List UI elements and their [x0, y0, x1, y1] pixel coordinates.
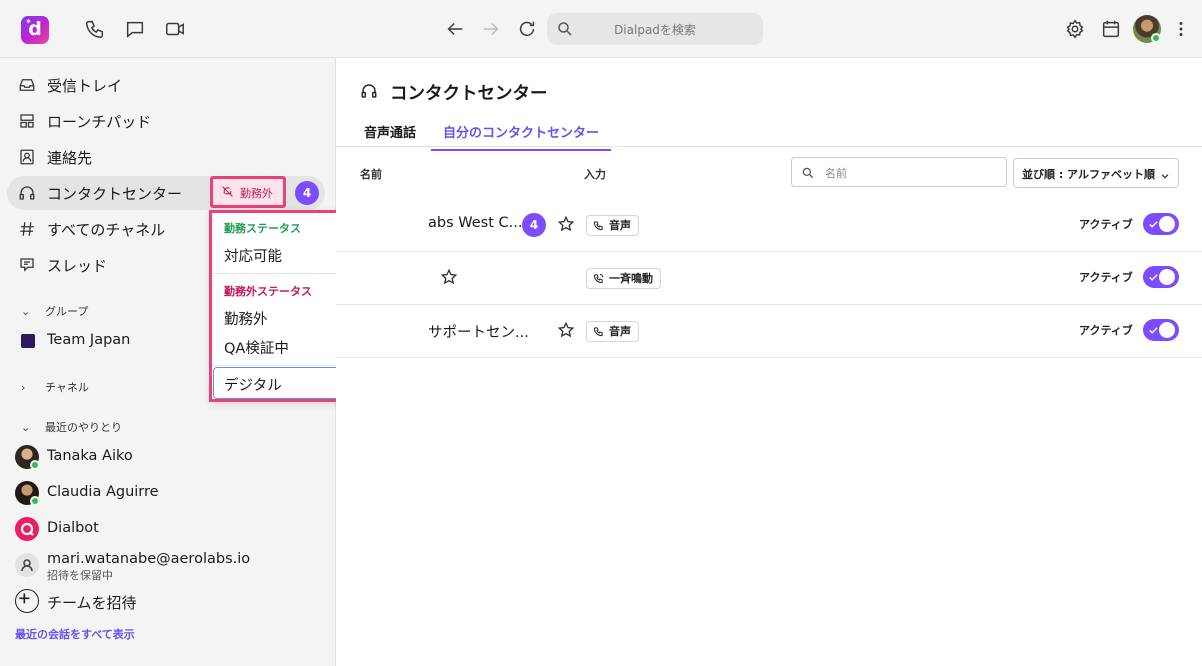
chevron-down-icon	[1160, 169, 1170, 179]
sidebar-item-contacts[interactable]: 連絡先	[7, 140, 325, 174]
toggle-knob	[1159, 269, 1175, 285]
pending-invite-email[interactable]: mari.watanabe@aerolabs.io	[47, 551, 250, 567]
table-row[interactable]: 一斉鳴動 アクティブ	[336, 252, 1202, 305]
channel-chip: 音声	[586, 215, 639, 236]
sidebar-item-label: 受信トレイ	[47, 77, 123, 95]
toggle-knob	[1159, 322, 1175, 338]
star-icon[interactable]	[557, 215, 575, 233]
search-icon	[801, 166, 815, 180]
search-placeholder: Dialpadを検索	[614, 23, 696, 37]
check-icon	[1148, 271, 1159, 282]
phone-icon	[593, 221, 603, 231]
forward-icon[interactable]	[480, 18, 502, 40]
recent-item-dialbot[interactable]: Dialbot	[47, 520, 99, 536]
status-chip[interactable]: 勤務外	[210, 176, 286, 208]
back-icon[interactable]	[444, 18, 466, 40]
row-name: abs West C...	[428, 215, 523, 231]
person-icon	[15, 553, 39, 577]
add-icon	[15, 589, 39, 613]
contacts-icon	[18, 148, 36, 166]
phone-icon	[593, 327, 603, 337]
more-icon[interactable]	[1170, 18, 1192, 40]
sidebar-item-launchpad[interactable]: ローンチパッド	[7, 104, 325, 138]
show-all-recent-link[interactable]: 最近の会話をすべて表示	[15, 626, 135, 642]
row-status: アクティブ	[1079, 218, 1133, 231]
bell-off-icon	[221, 185, 234, 198]
active-toggle[interactable]	[1143, 319, 1179, 341]
table-row[interactable]: サポートセン... 音声 アクティブ	[336, 305, 1202, 358]
check-icon	[1148, 218, 1159, 229]
settings-icon[interactable]	[1064, 18, 1086, 40]
top-bar: ✦ d Dialpadを検索	[0, 0, 1202, 58]
page-title: コンタクトセンター	[390, 84, 548, 104]
table-row[interactable]: abs West C... 4 音声 アクティブ	[336, 199, 1202, 252]
sidebar-item-label: コンタクトセンター	[47, 185, 183, 203]
on-duty-heading: 勤務ステータス	[224, 222, 301, 235]
video-icon[interactable]	[164, 18, 186, 40]
chevron-down-icon: ⌄	[21, 305, 31, 318]
dialpad-logo[interactable]: ✦ d	[21, 16, 49, 44]
row-name: サポートセン...	[428, 325, 529, 341]
chevron-right-icon: ›	[21, 381, 26, 394]
status-option-off-duty[interactable]: 勤務外	[224, 308, 268, 329]
headset-icon	[360, 82, 378, 100]
hash-icon	[18, 220, 36, 238]
phone-icon[interactable]	[84, 18, 106, 40]
sidebar-item-label: 連絡先	[47, 149, 93, 167]
sidebar-item-label: ローンチパッド	[47, 113, 152, 131]
channel-chip: 一斉鳴動	[586, 268, 661, 289]
team-icon	[21, 334, 35, 348]
column-header-name: 名前	[360, 168, 382, 181]
launchpad-icon	[18, 112, 36, 130]
recent-item-claudia[interactable]: Claudia Aguirre	[47, 484, 159, 500]
toggle-knob	[1159, 216, 1175, 232]
channel-chip: 音声	[586, 321, 639, 342]
status-chip-label: 勤務外	[240, 187, 273, 200]
star-icon[interactable]	[440, 268, 458, 286]
ring-all-icon	[593, 273, 604, 284]
status-option-qa[interactable]: QA検証中	[224, 337, 289, 358]
dialbot-icon	[15, 517, 39, 541]
main-panel: コンタクトセンター 音声通話 自分のコンタクトセンター 名前 入力 名前 並び順…	[336, 58, 1202, 666]
inbox-icon	[18, 76, 36, 94]
team-japan-item[interactable]: Team Japan	[47, 332, 130, 348]
name-search-input[interactable]: 名前	[791, 157, 1007, 187]
chevron-down-icon: ⌄	[21, 421, 31, 434]
tab-voice[interactable]: 音声通話	[364, 122, 416, 149]
online-status-dot	[30, 460, 40, 470]
calendar-icon[interactable]	[1100, 18, 1122, 40]
global-search[interactable]: Dialpadを検索	[547, 13, 763, 45]
count-badge: 4	[295, 181, 319, 205]
refresh-icon[interactable]	[516, 18, 538, 40]
headset-icon	[18, 184, 36, 202]
sidebar-item-inbox[interactable]: 受信トレイ	[7, 68, 325, 102]
active-toggle[interactable]	[1143, 266, 1179, 288]
online-status-dot	[1151, 33, 1161, 43]
chat-icon[interactable]	[124, 18, 146, 40]
check-icon	[1148, 324, 1159, 335]
pending-invite-note: 招待を保留中	[47, 569, 113, 582]
recent-item-tanaka[interactable]: Tanaka Aiko	[47, 448, 133, 464]
invite-team-button[interactable]: チームを招待	[47, 592, 137, 613]
groups-section-toggle[interactable]: ⌄ グループ	[21, 303, 88, 319]
threads-icon	[18, 256, 36, 274]
sidebar-item-label: すべてのチャネル	[47, 221, 166, 239]
tab-divider	[336, 146, 1202, 147]
active-toggle[interactable]	[1143, 213, 1179, 235]
column-header-input: 入力	[584, 168, 606, 181]
sort-dropdown[interactable]: 並び順 : アルファベット順	[1013, 158, 1179, 188]
off-duty-heading: 勤務外ステータス	[224, 285, 312, 298]
sidebar-item-label: スレッド	[47, 257, 108, 275]
row-status: アクティブ	[1079, 324, 1133, 337]
star-icon[interactable]	[557, 321, 575, 339]
row-count-badge: 4	[522, 213, 546, 237]
status-option-available[interactable]: 対応可能	[224, 245, 282, 266]
online-status-dot	[30, 496, 40, 506]
row-status: アクティブ	[1079, 271, 1133, 284]
channels-section-toggle[interactable]: › チャネル	[21, 379, 89, 395]
recent-section-toggle[interactable]: ⌄ 最近のやりとり	[21, 419, 122, 435]
